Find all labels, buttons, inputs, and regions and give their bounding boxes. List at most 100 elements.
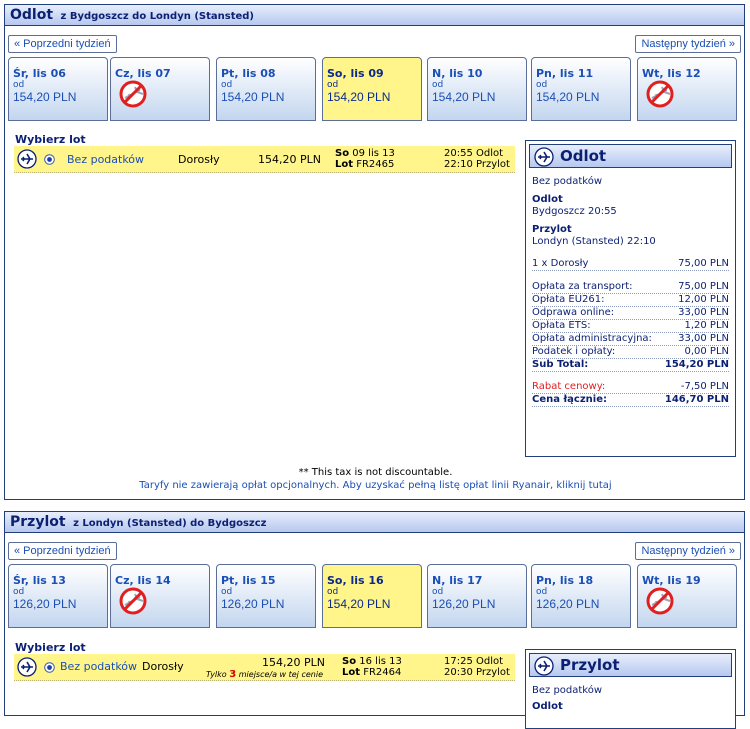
return-lot-label: Lot xyxy=(342,667,361,678)
outbound-departure: 20:55 Odlot xyxy=(444,148,504,159)
day-from-label: od xyxy=(432,587,444,597)
outbound-flight-row[interactable]: Bez podatków Dorosły 154,20 PLN So 09 li… xyxy=(14,146,515,173)
seats-prefix: Tylko xyxy=(206,670,227,679)
return-choose-title: Wybierz lot xyxy=(15,641,86,654)
outbound-summary-title: Odlot xyxy=(560,147,607,165)
return-summary-departure-title: Odlot xyxy=(532,701,563,712)
day-from-label: od xyxy=(327,80,339,90)
return-day-tab-2[interactable]: Pt, lis 15 od 126,20 PLN xyxy=(216,564,316,628)
outbound-day-tab-5[interactable]: Pn, lis 11 od 154,20 PLN xyxy=(531,57,631,121)
outbound-day-tab-0[interactable]: Śr, lis 06 od 154,20 PLN xyxy=(8,57,108,121)
fee-value: 0,00 PLN xyxy=(684,346,729,357)
outbound-day-tab-1[interactable]: Cz, lis 07 xyxy=(110,57,210,121)
return-header: Przylot z Londyn (Stansted) do Bydgoszcz xyxy=(5,512,744,533)
summary-subtotal-value: 154,20 PLN xyxy=(664,359,729,370)
return-departure: 17:25 Odlot xyxy=(444,656,504,667)
outbound-passenger: Dorosły xyxy=(178,153,220,166)
fee-value: 12,00 PLN xyxy=(678,294,729,305)
outbound-day-tab-2[interactable]: Pt, lis 08 od 154,20 PLN xyxy=(216,57,316,121)
no-flight-icon xyxy=(119,587,147,615)
plane-icon xyxy=(534,656,554,676)
return-prev-week-button[interactable]: « Poprzedni tydzień xyxy=(8,542,117,560)
fees-info-link[interactable]: Taryfy nie zawierają opłat opcjonalnych.… xyxy=(5,480,746,491)
day-price: 126,20 PLN xyxy=(536,597,600,611)
day-label: Pt, lis 15 xyxy=(221,574,276,587)
return-heading: Przylot xyxy=(10,514,66,530)
return-passenger: Dorosły xyxy=(142,660,184,673)
summary-fee-row: Opłata administracyjna: 33,00 PLN xyxy=(532,333,729,346)
return-next-week-button[interactable]: Następny tydzień » xyxy=(635,542,741,560)
summary-passenger-line: 1 x Dorosły 75,00 PLN xyxy=(532,258,729,271)
return-flight-row[interactable]: Bez podatków Dorosły 154,20 PLN Tylko 3 … xyxy=(14,654,515,681)
return-tax-label[interactable]: Bez podatków xyxy=(60,660,137,673)
day-price: 154,20 PLN xyxy=(327,90,391,104)
seats-count: 3 xyxy=(229,669,237,680)
day-label: Śr, lis 13 xyxy=(13,574,66,587)
day-from-label: od xyxy=(221,587,233,597)
summary-arrival-value: Londyn (Stansted) 22:10 xyxy=(532,236,656,247)
outbound-heading: Odlot xyxy=(10,7,54,23)
fee-value: 33,00 PLN xyxy=(678,333,729,344)
summary-departure-title: Odlot xyxy=(532,194,563,205)
no-flight-icon xyxy=(646,80,674,108)
day-price: 154,20 PLN xyxy=(432,90,496,104)
return-day-tab-3[interactable]: So, lis 16 od 154,20 PLN xyxy=(322,564,422,628)
return-day-tab-6[interactable]: Wt, lis 19 xyxy=(637,564,737,628)
outbound-header: Odlot z Bydgoszcz do Londyn (Stansted) xyxy=(5,5,744,26)
return-flight-number: FR2464 xyxy=(363,667,402,678)
fee-value: 1,20 PLN xyxy=(684,320,729,331)
summary-subtotal-label: Sub Total: xyxy=(532,359,589,370)
day-label: N, lis 10 xyxy=(432,67,483,80)
tax-note: ** This tax is not discountable. xyxy=(298,467,453,478)
outbound-flight-number: FR2465 xyxy=(356,159,395,170)
summary-discount-value: -7,50 PLN xyxy=(680,381,729,392)
fee-label: Opłata ETS: xyxy=(532,320,591,331)
summary-subtotal: Sub Total: 154,20 PLN xyxy=(532,359,729,372)
fee-label: Odprawa online: xyxy=(532,307,615,318)
outbound-prev-week-button[interactable]: « Poprzedni tydzień xyxy=(8,35,117,53)
return-flight-day: So xyxy=(342,656,357,667)
outbound-flight-date-line: So 09 lis 13 xyxy=(335,148,395,159)
summary-total: Cena łącznie: 146,70 PLN xyxy=(532,394,729,407)
no-flight-icon xyxy=(119,80,147,108)
day-label: Pn, lis 11 xyxy=(536,67,594,80)
outbound-day-tab-6[interactable]: Wt, lis 12 xyxy=(637,57,737,121)
day-from-label: od xyxy=(536,587,548,597)
summary-departure-value: Bydgoszcz 20:55 xyxy=(532,206,617,217)
summary-fee-row: Opłata EU261: 12,00 PLN xyxy=(532,294,729,307)
return-section: Przylot z Londyn (Stansted) do Bydgoszcz… xyxy=(4,511,745,729)
plane-icon xyxy=(534,147,554,167)
return-day-tab-5[interactable]: Pn, lis 18 od 126,20 PLN xyxy=(531,564,631,628)
summary-passenger-label: 1 x Dorosły xyxy=(532,258,589,269)
return-day-tab-4[interactable]: N, lis 17 od 126,20 PLN xyxy=(427,564,527,628)
return-day-tab-0[interactable]: Śr, lis 13 od 126,20 PLN xyxy=(8,564,108,628)
return-flight-date: 16 lis 13 xyxy=(359,656,402,667)
outbound-choose-title: Wybierz lot xyxy=(15,133,86,146)
day-label: So, lis 16 xyxy=(327,574,384,587)
outbound-tax-label[interactable]: Bez podatków xyxy=(67,153,144,166)
return-flight-price: 154,20 PLN xyxy=(262,656,325,669)
summary-fee-row: Odprawa online: 33,00 PLN xyxy=(532,307,729,320)
return-summary-title: Przylot xyxy=(560,656,620,674)
day-price: 154,20 PLN xyxy=(13,90,77,104)
return-summary-tax-label: Bez podatków xyxy=(532,685,603,696)
outbound-next-week-button[interactable]: Następny tydzień » xyxy=(635,35,741,53)
no-flight-icon xyxy=(646,587,674,615)
day-price: 126,20 PLN xyxy=(221,597,285,611)
summary-fee-row: Opłata ETS: 1,20 PLN xyxy=(532,320,729,333)
return-summary-header: Przylot xyxy=(529,653,732,677)
fee-label: Opłata EU261: xyxy=(532,294,605,305)
outbound-day-tab-3[interactable]: So, lis 09 od 154,20 PLN xyxy=(322,57,422,121)
outbound-day-tab-4[interactable]: N, lis 10 od 154,20 PLN xyxy=(427,57,527,121)
day-label: Pn, lis 18 xyxy=(536,574,594,587)
day-from-label: od xyxy=(536,80,548,90)
return-day-tab-1[interactable]: Cz, lis 14 xyxy=(110,564,210,628)
summary-tax-label: Bez podatków xyxy=(532,176,603,187)
outbound-flight-price: 154,20 PLN xyxy=(258,153,321,166)
return-fare-radio[interactable] xyxy=(44,662,55,673)
outbound-lot-label: Lot xyxy=(335,159,354,170)
day-from-label: od xyxy=(327,587,339,597)
outbound-fare-radio[interactable] xyxy=(44,154,55,165)
summary-fee-row: Podatek i opłaty: 0,00 PLN xyxy=(532,346,729,359)
day-label: Śr, lis 06 xyxy=(13,67,66,80)
